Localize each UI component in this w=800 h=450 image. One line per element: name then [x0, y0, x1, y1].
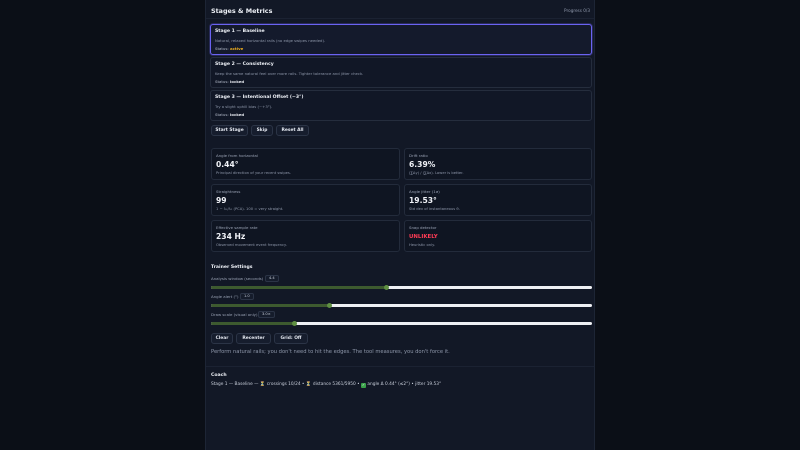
stage-status: Status: locked: [215, 112, 244, 117]
panel-title: Stages & Metrics: [211, 7, 273, 15]
metric-label: Angle jitter (1σ): [409, 189, 440, 194]
metric-card-snap-detector: Snap detector UNLIKELY Heuristic only.: [404, 220, 592, 252]
slider-fill: [211, 322, 295, 325]
metric-hint: Std dev of instantaneous θ.: [409, 207, 460, 211]
metric-value: 99: [216, 196, 227, 205]
stage-description: Natural, relaxed horizontal rails (no ed…: [215, 38, 326, 43]
slider-value: 3.0×: [258, 311, 275, 318]
stages-metrics-panel: Stages & Metrics Progress 0/3 Stage 1 — …: [205, 0, 595, 450]
check-icon: ✓: [361, 383, 367, 388]
draw-scale-slider[interactable]: [211, 321, 592, 326]
skip-button[interactable]: Skip: [251, 125, 273, 136]
metric-hint: Observed movement event frequency.: [216, 243, 287, 247]
metric-card-sample-rate: Effective sample rate 234 Hz Observed mo…: [211, 220, 400, 252]
stage-title: Stage 2 — Consistency: [215, 62, 274, 67]
coach-stage: Stage 1 — Baseline —: [211, 382, 259, 387]
slider-thumb[interactable]: [383, 285, 389, 290]
metric-value: 19.53°: [409, 196, 437, 205]
slider-label: Analysis window (seconds): [211, 276, 264, 281]
stage-status-label: Status:: [215, 112, 229, 117]
hourglass-icon: ⏳: [305, 382, 312, 387]
stage-description: Keep the same natural feel over more rai…: [215, 71, 364, 76]
header-divider: [206, 18, 594, 19]
stage-status-label: Status:: [215, 46, 229, 51]
slider-fill: [211, 286, 387, 289]
slider-fill: [211, 304, 330, 307]
coach-line: Stage 1 — Baseline — ⏳ crossings 10/24 •…: [211, 382, 441, 388]
metric-label: Angle from horizontal: [216, 153, 259, 158]
coach-crossings: crossings 10/24 •: [266, 382, 305, 387]
recenter-button[interactable]: Recenter: [236, 333, 271, 344]
metric-value: 6.39%: [409, 160, 436, 169]
analysis-window-slider[interactable]: [211, 285, 592, 290]
metric-hint: (∑Δy) / (∑Δx). Lower is better.: [409, 171, 464, 175]
stage-description: Try a slight uphill bias (~+3°).: [215, 104, 273, 109]
slider-thumb[interactable]: [326, 303, 332, 308]
metric-card-straightness: Straightness 99 1 − λ₂/λ₁ (PCA). 100 = v…: [211, 184, 400, 216]
stage-status-label: Status:: [215, 79, 229, 84]
metric-label: Effective sample rate: [216, 225, 258, 230]
metric-label: Snap detector: [409, 225, 437, 230]
metric-label: Drift ratio: [409, 153, 428, 158]
progress-indicator: Progress 0/3: [564, 8, 590, 13]
stage-title: Stage 3 — Intentional Offset (~3°): [215, 95, 304, 100]
metric-label: Straightness: [216, 189, 241, 194]
stage-status: Status: active: [215, 46, 243, 51]
clear-button[interactable]: Clear: [211, 333, 233, 344]
metric-value: 0.44°: [216, 160, 239, 169]
stage-card-2[interactable]: Stage 2 — Consistency Keep the same natu…: [210, 57, 592, 88]
coach-angle: angle Δ 0.44° (≤2°) • jitter 19.53°: [367, 382, 442, 387]
stage-card-3[interactable]: Stage 3 — Intentional Offset (~3°) Try a…: [210, 90, 592, 121]
start-stage-button[interactable]: Start Stage: [211, 125, 248, 136]
coach-divider: [206, 366, 594, 367]
hourglass-icon: ⏳: [259, 382, 266, 387]
metric-hint: Principal direction of your recent swipe…: [216, 171, 292, 175]
metric-hint: 1 − λ₂/λ₁ (PCA). 100 = very straight.: [216, 207, 284, 211]
grid-toggle-button[interactable]: Grid: Off: [274, 333, 308, 344]
reset-all-button[interactable]: Reset All: [276, 125, 309, 136]
status-badge: locked: [229, 79, 245, 84]
metric-card-drift: Drift ratio 6.39% (∑Δy) / (∑Δx). Lower i…: [404, 148, 592, 180]
metric-value: UNLIKELY: [409, 234, 438, 240]
slider-label: Angle alert (°): [211, 294, 239, 299]
coach-distance: distance 5361/5950 •: [312, 382, 360, 387]
metric-card-jitter: Angle jitter (1σ) 19.53° Std dev of inst…: [404, 184, 592, 216]
coach-title: Coach: [211, 373, 227, 378]
status-badge: active: [229, 46, 244, 51]
trainer-settings-title: Trainer Settings: [211, 265, 253, 270]
metric-value: 234 Hz: [216, 232, 246, 241]
slider-label: Draw scale (visual only): [211, 312, 258, 317]
metric-card-angle: Angle from horizontal 0.44° Principal di…: [211, 148, 400, 180]
slider-value: 4.4: [265, 275, 279, 282]
stage-status: Status: locked: [215, 79, 244, 84]
stage-card-1[interactable]: Stage 1 — Baseline Natural, relaxed hori…: [210, 24, 592, 55]
status-badge: locked: [229, 112, 245, 117]
slider-thumb[interactable]: [292, 321, 298, 326]
angle-alert-slider[interactable]: [211, 303, 592, 308]
stage-title: Stage 1 — Baseline: [215, 29, 265, 34]
slider-value: 1.0: [240, 293, 254, 300]
metric-hint: Heuristic only.: [409, 243, 435, 247]
tip-text: Perform natural rails; you don't need to…: [211, 349, 450, 355]
